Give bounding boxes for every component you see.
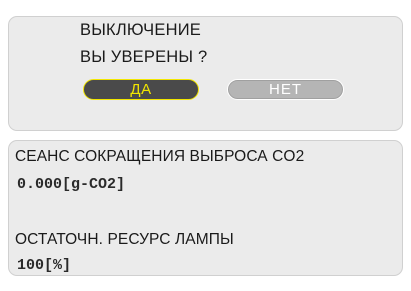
lamp-life-label: ОСТАТОЧН. РЕСУРС ЛАМПЫ: [15, 231, 234, 248]
shutdown-dialog: ВЫКЛЮЧЕНИЕ ВЫ УВЕРЕНЫ ? ДА НЕТ СЕАНС СОК…: [0, 0, 411, 291]
no-button[interactable]: НЕТ: [227, 79, 344, 100]
yes-button[interactable]: ДА: [83, 79, 199, 100]
lamp-life-value: 100[%]: [17, 257, 72, 274]
co2-reduction-value: 0.000[g-CO2]: [17, 176, 126, 193]
confirmation-panel: [8, 16, 403, 131]
confirmation-question: ВЫ УВЕРЕНЫ ?: [80, 48, 208, 66]
dialog-title: ВЫКЛЮЧЕНИЕ: [80, 21, 201, 39]
co2-reduction-label: СЕАНС СОКРАЩЕНИЯ ВЫБРОСА CO2: [15, 148, 305, 165]
